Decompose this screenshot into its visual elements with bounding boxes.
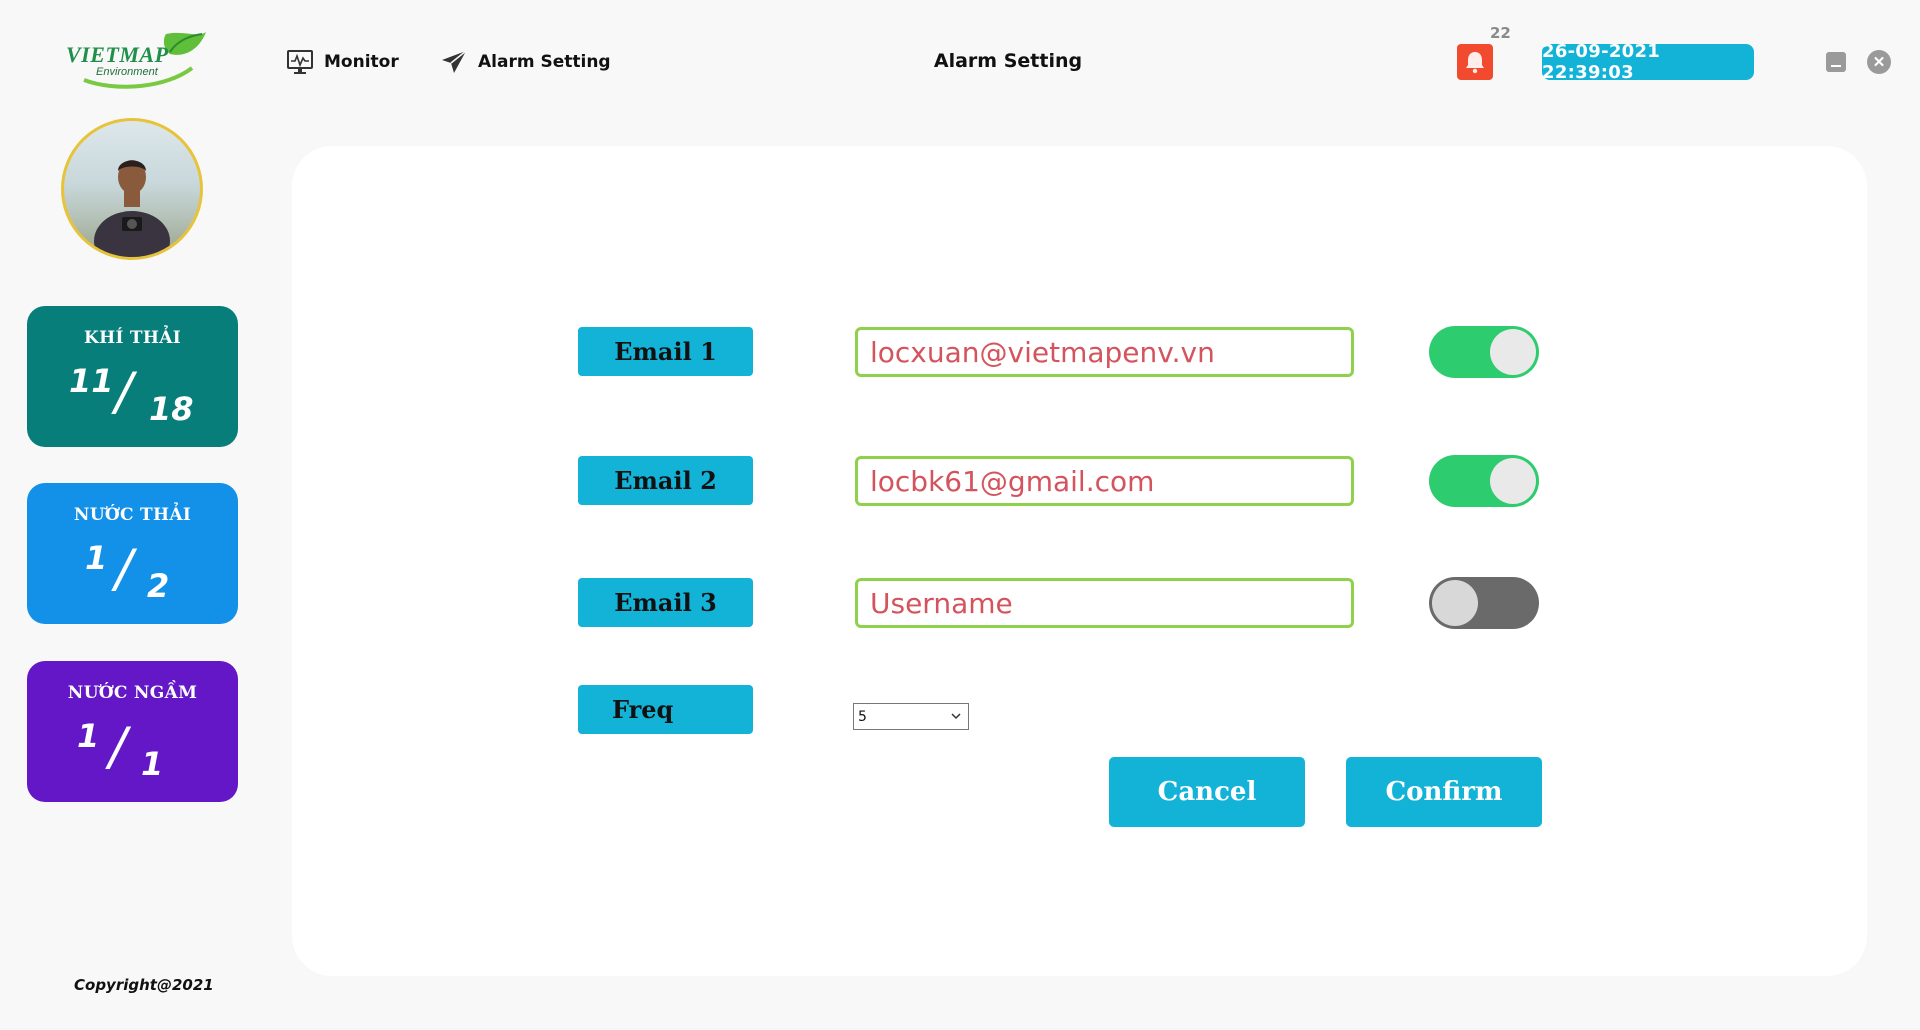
bell-icon [1466, 52, 1484, 74]
nav-alarm-setting[interactable]: Alarm Setting [440, 48, 611, 76]
card-separator: / [109, 717, 127, 777]
card-title: NƯỚC NGẦM [67, 683, 198, 703]
email-1-input[interactable] [855, 327, 1354, 377]
notification-count: 22 [1490, 24, 1511, 42]
freq-label: Freq [578, 685, 753, 734]
card-total: 18 [149, 390, 194, 428]
card-nuoc-thai[interactable]: NƯỚC THẢI 1 / 2 [27, 483, 238, 624]
monitor-icon [287, 50, 313, 74]
card-title: KHÍ THẢI [84, 328, 181, 348]
paper-plane-icon [442, 50, 467, 73]
vietmap-logo: VIETMAP Environment [66, 28, 216, 90]
logo-subtitle: Environment [96, 66, 158, 78]
chevron-down-icon [951, 713, 961, 720]
freq-value: 5 [858, 708, 867, 725]
email-3-toggle[interactable] [1429, 577, 1539, 629]
page-title: Alarm Setting [933, 50, 1083, 72]
email-2-input[interactable] [855, 456, 1354, 506]
email-3-label: Email 3 [578, 578, 753, 627]
copyright: Copyright@2021 [74, 976, 214, 994]
card-nuoc-ngam[interactable]: NƯỚC NGẦM 1 / 1 [27, 661, 238, 802]
card-current: 1 [77, 717, 100, 755]
card-total: 2 [147, 567, 170, 605]
settings-panel [292, 146, 1867, 976]
user-photo [94, 160, 170, 257]
datetime-display: 26-09-2021 22:39:03 [1542, 41, 1754, 83]
email-1-toggle[interactable] [1429, 326, 1539, 378]
minimize-button[interactable] [1826, 52, 1846, 72]
card-khi-thai[interactable]: KHÍ THẢI 11 / 18 [27, 306, 238, 447]
card-total: 1 [141, 745, 164, 783]
toggle-knob [1490, 329, 1536, 375]
email-2-toggle[interactable] [1429, 455, 1539, 507]
toggle-knob [1432, 580, 1478, 626]
nav-monitor-label: Monitor [324, 52, 399, 72]
cancel-button[interactable]: Cancel [1109, 757, 1305, 827]
close-icon: ✕ [1872, 54, 1886, 71]
email-1-label: Email 1 [578, 327, 753, 376]
card-separator: / [115, 539, 133, 599]
toggle-knob [1490, 458, 1536, 504]
email-2-label: Email 2 [578, 456, 753, 505]
nav-monitor[interactable]: Monitor [286, 48, 399, 76]
logo-title: VIETMAP [66, 42, 169, 67]
card-current: 1 [85, 539, 108, 577]
confirm-button[interactable]: Confirm [1346, 757, 1542, 827]
card-current: 11 [69, 362, 114, 400]
notification-button[interactable] [1457, 44, 1493, 80]
avatar[interactable] [61, 118, 203, 260]
nav-alarm-label: Alarm Setting [478, 52, 611, 72]
card-separator: / [115, 362, 133, 422]
card-title: NƯỚC THẢI [73, 505, 192, 525]
freq-select[interactable]: 5 [853, 703, 969, 730]
email-3-input[interactable] [855, 578, 1354, 628]
close-button[interactable]: ✕ [1867, 50, 1891, 74]
